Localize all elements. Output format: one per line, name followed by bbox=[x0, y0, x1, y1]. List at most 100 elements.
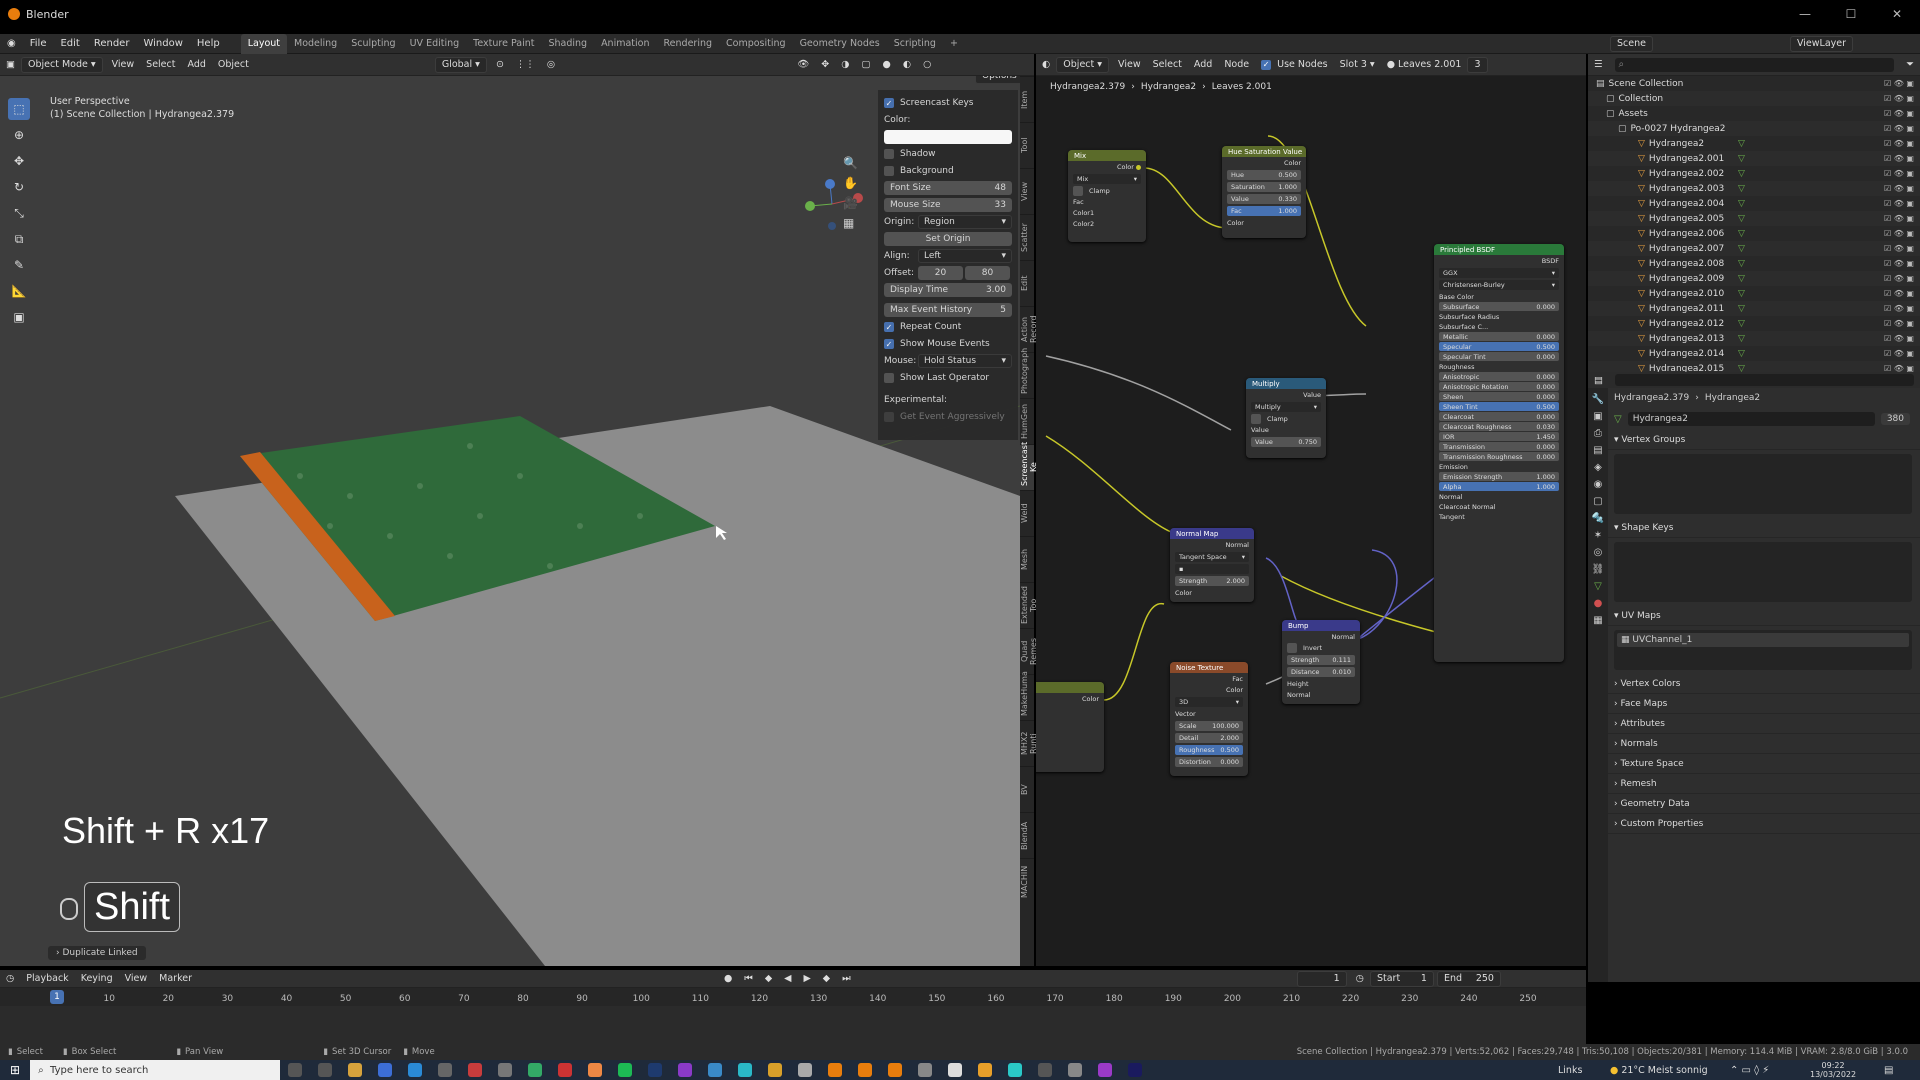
max-history-field[interactable]: Max Event History 5 bbox=[884, 303, 1012, 317]
math-op-dropdown[interactable]: Multiply ▾ bbox=[1251, 402, 1321, 412]
select-tool-icon[interactable]: ⬚ bbox=[8, 98, 30, 120]
shading-material-icon[interactable]: ◐ bbox=[897, 57, 917, 73]
viewport-menu-add[interactable]: Add bbox=[181, 57, 211, 73]
taskbar-search-input[interactable]: ⌕ Type here to search bbox=[30, 1060, 281, 1080]
shader-node-editor[interactable]: Hydrangea2.379 › Hydrangea2 › Leaves 2.0… bbox=[1036, 76, 1586, 966]
value-field[interactable]: Value 0.750 bbox=[1251, 437, 1321, 447]
grid-view-icon[interactable]: ▦ bbox=[843, 216, 858, 230]
blend-mode-dropdown[interactable]: Mix ▾ bbox=[1073, 174, 1141, 184]
bsdf-input-row[interactable]: Alpha 1.000 bbox=[1439, 482, 1559, 491]
viewport-menu-select[interactable]: Select bbox=[140, 57, 181, 73]
app-icon[interactable] bbox=[798, 1063, 813, 1077]
mesh-data-icon[interactable]: ▽ bbox=[1738, 229, 1745, 239]
noise-texture-node[interactable]: Noise Texture Fac Color 3D ▾ Vector Scale… bbox=[1170, 662, 1248, 776]
mesh-data-icon[interactable]: ▽ bbox=[1738, 214, 1745, 224]
app-icon[interactable] bbox=[678, 1063, 693, 1077]
vertex-groups-list[interactable] bbox=[1614, 454, 1912, 514]
pivot-icon[interactable]: ⊙ bbox=[490, 57, 510, 73]
app-icon[interactable] bbox=[378, 1063, 393, 1077]
texture-tab-icon[interactable]: ▦ bbox=[1593, 615, 1602, 626]
app-icon[interactable] bbox=[978, 1063, 993, 1077]
side-tab[interactable]: MACHIN bbox=[1020, 858, 1034, 904]
section-attributes[interactable]: › Attributes bbox=[1588, 714, 1920, 734]
mesh-data-icon[interactable]: ▽ bbox=[1738, 259, 1745, 269]
menu-window[interactable]: Window bbox=[136, 34, 189, 54]
bsdf-input-row[interactable]: Specular Tint 0.000 bbox=[1439, 352, 1559, 361]
bsdf-input-row[interactable]: Specular 0.500 bbox=[1439, 342, 1559, 351]
outliner-object[interactable]: ▽ Hydrangea2.010 ▽ ☑ 👁 ▣ bbox=[1588, 286, 1920, 301]
section-uv-maps[interactable]: ▾ UV Maps bbox=[1588, 606, 1920, 626]
measure-tool-icon[interactable]: 📐 bbox=[8, 280, 30, 302]
outliner-search-input[interactable]: ⌕ bbox=[1614, 57, 1895, 72]
jump-start-icon[interactable]: ⏮ bbox=[738, 971, 759, 987]
outliner-object[interactable]: ▽ Hydrangea2 ▽ ☑ 👁 ▣ bbox=[1588, 136, 1920, 151]
visibility-toggle-icons[interactable]: ☑ 👁 ▣ bbox=[1884, 289, 1914, 298]
app-icon[interactable] bbox=[708, 1063, 723, 1077]
mesh-data-icon[interactable]: ▽ bbox=[1738, 349, 1745, 359]
transform-tool-icon[interactable]: ⧉ bbox=[8, 228, 30, 250]
premiere-icon[interactable] bbox=[1128, 1063, 1143, 1077]
visibility-toggle-icons[interactable]: ☑ 👁 ▣ bbox=[1884, 94, 1914, 103]
bsdf-input-row[interactable]: Emission Strength 1.000 bbox=[1439, 472, 1559, 481]
bsdf-input-row[interactable]: Anisotropic Rotation 0.000 bbox=[1439, 382, 1559, 391]
notification-icon[interactable]: ▤ bbox=[1884, 1065, 1893, 1076]
blender-taskbar-icon[interactable] bbox=[888, 1063, 903, 1077]
orientation-selector[interactable]: Global ▾ bbox=[434, 56, 487, 73]
bsdf-input-row[interactable]: IOR 1.450 bbox=[1439, 432, 1559, 441]
menu-render[interactable]: Render bbox=[87, 34, 137, 54]
record-icon[interactable]: ● bbox=[718, 971, 738, 987]
side-tab[interactable]: BlendA bbox=[1020, 812, 1034, 858]
timeline-menu-view[interactable]: View bbox=[119, 971, 154, 987]
bsdf-input-row[interactable]: Sheen 0.000 bbox=[1439, 392, 1559, 401]
playhead[interactable]: 1 bbox=[50, 990, 64, 1004]
app-icon[interactable] bbox=[1038, 1063, 1053, 1077]
tab-compositing[interactable]: Compositing bbox=[719, 34, 793, 54]
end-frame-field[interactable]: End 250 bbox=[1436, 970, 1501, 987]
timeline-type-icon[interactable]: ◷ bbox=[0, 971, 20, 987]
outliner-type-icon[interactable]: ☰ bbox=[1588, 57, 1609, 73]
uv-maps-list[interactable]: ▦ UVChannel_1 bbox=[1614, 630, 1912, 670]
distortion-field[interactable]: Distortion 0.000 bbox=[1175, 757, 1243, 767]
minimize-button[interactable]: — bbox=[1782, 0, 1828, 28]
cortana-icon[interactable] bbox=[288, 1063, 303, 1077]
snap-icon[interactable]: ⋮⋮ bbox=[510, 57, 541, 73]
strength-field[interactable]: Strength 2.000 bbox=[1175, 576, 1249, 586]
section-remesh[interactable]: › Remesh bbox=[1588, 774, 1920, 794]
tab-rendering[interactable]: Rendering bbox=[657, 34, 720, 54]
play-reverse-icon[interactable]: ◀ bbox=[778, 971, 797, 987]
viewport-menu-view[interactable]: View bbox=[106, 57, 141, 73]
visibility-toggle-icons[interactable]: ☑ 👁 ▣ bbox=[1884, 124, 1914, 133]
visibility-toggle-icons[interactable]: ☑ 👁 ▣ bbox=[1884, 214, 1914, 223]
outliner-object[interactable]: ▽ Hydrangea2.012 ▽ ☑ 👁 ▣ bbox=[1588, 316, 1920, 331]
side-tab[interactable]: Tool bbox=[1020, 122, 1034, 168]
visibility-toggle-icons[interactable]: ☑ 👁 ▣ bbox=[1884, 319, 1914, 328]
mesh-data-name-field[interactable]: Hydrangea2 bbox=[1627, 412, 1875, 426]
distribution-dropdown[interactable]: GGX ▾ bbox=[1439, 268, 1559, 278]
tab-scripting[interactable]: Scripting bbox=[887, 34, 943, 54]
app-icon[interactable] bbox=[498, 1063, 513, 1077]
side-tab[interactable]: Item bbox=[1020, 76, 1034, 122]
outliner-object[interactable]: ▽ Hydrangea2.008 ▽ ☑ 👁 ▣ bbox=[1588, 256, 1920, 271]
bsdf-input-row[interactable]: Sheen Tint 0.500 bbox=[1439, 402, 1559, 411]
background-checkbox[interactable] bbox=[884, 166, 894, 176]
section-custom-properties[interactable]: › Custom Properties bbox=[1588, 814, 1920, 834]
material-users-count[interactable]: 3 bbox=[1467, 56, 1488, 73]
node-editor-type-icon[interactable]: ◐ bbox=[1036, 57, 1056, 73]
options-dropdown[interactable]: Options bbox=[975, 76, 1020, 84]
tool-tab-icon[interactable]: 🔧 bbox=[1592, 394, 1604, 405]
section-vertex-colors[interactable]: › Vertex Colors bbox=[1588, 674, 1920, 694]
blender-taskbar-icon[interactable] bbox=[828, 1063, 843, 1077]
zoom-icon[interactable]: 🔍 bbox=[843, 156, 858, 170]
side-tab[interactable]: Action Record bbox=[1020, 306, 1038, 352]
side-tab[interactable]: MakeHuma bbox=[1020, 671, 1034, 720]
dimensions-dropdown[interactable]: 3D ▾ bbox=[1175, 697, 1243, 707]
menu-file[interactable]: File bbox=[23, 34, 54, 54]
uv-map-field[interactable]: ▪ bbox=[1175, 564, 1249, 574]
app-icon[interactable] bbox=[408, 1063, 423, 1077]
visibility-toggle-icons[interactable]: ☑ 👁 ▣ bbox=[1884, 199, 1914, 208]
visibility-toggle-icons[interactable]: ☑ 👁 ▣ bbox=[1884, 79, 1914, 88]
bsdf-input-row[interactable]: Base Color bbox=[1439, 292, 1559, 301]
strength-field[interactable]: Strength 0.111 bbox=[1287, 655, 1355, 665]
bsdf-input-row[interactable]: Transmission 0.000 bbox=[1439, 442, 1559, 451]
visibility-toggle-icons[interactable]: ☑ 👁 ▣ bbox=[1884, 184, 1914, 193]
